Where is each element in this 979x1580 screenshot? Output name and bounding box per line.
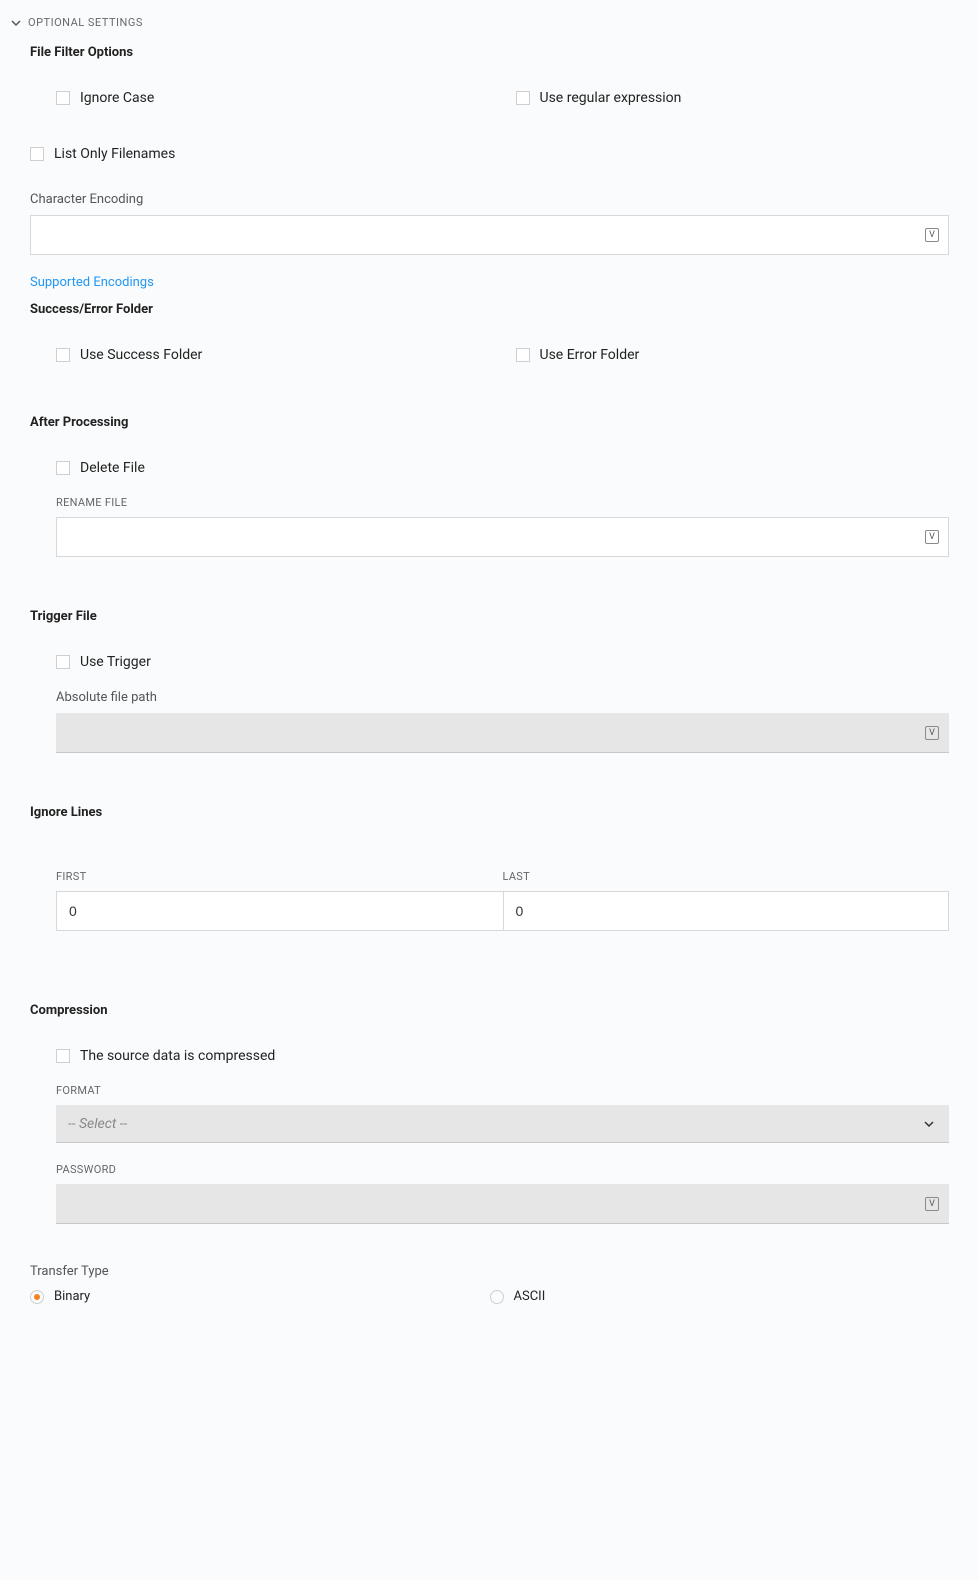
use-error-checkbox[interactable] [516, 348, 530, 362]
ignore-case-checkbox-wrap[interactable]: Ignore Case [30, 90, 490, 106]
list-only-checkbox-wrap[interactable]: List Only Filenames [30, 146, 949, 162]
format-placeholder: -- Select -- [68, 1116, 127, 1132]
password-label: PASSWORD [56, 1163, 949, 1176]
trigger-path-input-wrap: V [56, 713, 949, 753]
trigger-title: Trigger File [30, 609, 949, 624]
use-error-checkbox-wrap[interactable]: Use Error Folder [490, 347, 950, 363]
source-compressed-checkbox-wrap[interactable]: The source data is compressed [56, 1048, 949, 1064]
delete-file-label: Delete File [80, 460, 145, 476]
transfer-binary-radio[interactable] [30, 1290, 44, 1304]
ignore-last-input[interactable] [503, 891, 950, 931]
use-regex-checkbox[interactable] [516, 91, 530, 105]
rename-file-input-wrap: V [56, 517, 949, 557]
transfer-binary-label: Binary [54, 1289, 90, 1304]
format-select: -- Select -- [56, 1105, 949, 1143]
source-compressed-label: The source data is compressed [80, 1048, 275, 1064]
transfer-type-label: Transfer Type [30, 1264, 949, 1279]
use-trigger-label: Use Trigger [80, 654, 151, 670]
format-select-wrap: -- Select -- [56, 1105, 949, 1143]
trigger-path-label: Absolute file path [56, 690, 949, 705]
encoding-input[interactable] [30, 215, 949, 255]
optional-settings-content: File Filter Options Ignore Case Use regu… [0, 35, 979, 1304]
trigger-path-input [56, 713, 949, 753]
use-regex-checkbox-wrap[interactable]: Use regular expression [490, 90, 950, 106]
chevron-down-icon [10, 17, 22, 29]
after-title: After Processing [30, 415, 949, 430]
compression-title: Compression [30, 1003, 949, 1018]
ignore-case-checkbox[interactable] [56, 91, 70, 105]
encoding-label: Character Encoding [30, 192, 949, 207]
password-input [56, 1184, 949, 1224]
optional-settings-label: OPTIONAL SETTINGS [28, 16, 143, 29]
use-success-checkbox-wrap[interactable]: Use Success Folder [30, 347, 490, 363]
ignore-first-input[interactable] [56, 891, 503, 931]
delete-file-checkbox[interactable] [56, 461, 70, 475]
use-error-label: Use Error Folder [540, 347, 640, 363]
password-input-wrap: V [56, 1184, 949, 1224]
optional-settings-header[interactable]: OPTIONAL SETTINGS [0, 10, 979, 35]
rename-file-label: RENAME FILE [56, 496, 949, 509]
use-success-label: Use Success Folder [80, 347, 202, 363]
list-only-label: List Only Filenames [54, 146, 175, 162]
use-regex-label: Use regular expression [540, 90, 682, 106]
rename-file-input[interactable] [56, 517, 949, 557]
ignore-title: Ignore Lines [30, 805, 949, 820]
list-only-checkbox[interactable] [30, 147, 44, 161]
source-compressed-checkbox[interactable] [56, 1049, 70, 1063]
encoding-input-wrap: V [30, 215, 949, 255]
ignore-first-label: FIRST [56, 870, 503, 883]
ignore-last-label: LAST [503, 870, 950, 883]
folders-title: Success/Error Folder [30, 302, 949, 317]
format-label: FORMAT [56, 1084, 949, 1097]
use-trigger-checkbox[interactable] [56, 655, 70, 669]
use-trigger-checkbox-wrap[interactable]: Use Trigger [56, 654, 949, 670]
transfer-ascii-label: ASCII [514, 1289, 546, 1304]
file-filter-title: File Filter Options [30, 45, 949, 60]
ignore-case-label: Ignore Case [80, 90, 154, 106]
delete-file-checkbox-wrap[interactable]: Delete File [56, 460, 949, 476]
transfer-ascii-radio[interactable] [490, 1290, 504, 1304]
supported-encodings-link[interactable]: Supported Encodings [30, 275, 154, 290]
use-success-checkbox[interactable] [56, 348, 70, 362]
